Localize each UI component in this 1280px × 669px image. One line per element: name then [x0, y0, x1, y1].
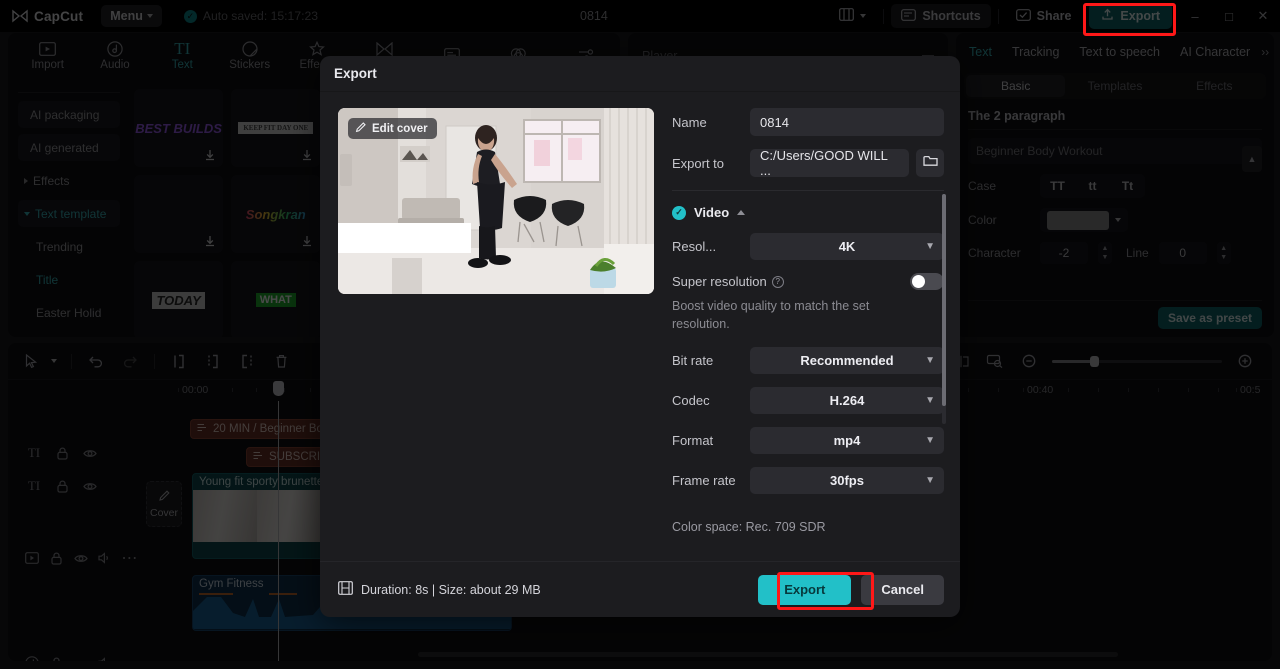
codec-label: Codec [672, 393, 710, 409]
browse-folder-button[interactable] [916, 149, 944, 177]
chevron-down-icon: ▼ [925, 355, 935, 367]
bit-rate-value: Recommended [800, 353, 894, 369]
settings-scrollbar[interactable] [942, 194, 946, 424]
super-resolution-toggle[interactable] [910, 273, 944, 290]
resolution-select[interactable]: 4K ▼ [750, 233, 944, 260]
export-to-row: Export to C:/Users/GOOD WILL ... [672, 148, 944, 178]
super-resolution-hint: Boost video quality to match the set res… [672, 299, 870, 332]
codec-value: H.264 [829, 393, 865, 409]
chevron-down-icon: ▼ [925, 241, 935, 252]
modal-export-button[interactable]: Export [758, 574, 852, 605]
edit-cover-button[interactable]: Edit cover [348, 118, 437, 139]
export-path-value: C:/Users/GOOD WILL ... [760, 148, 888, 178]
chevron-down-icon: ▼ [925, 475, 935, 487]
cover-thumbnail: Edit cover [338, 108, 654, 294]
footer-buttons: Export Cancel [758, 574, 944, 605]
format-value: mp4 [833, 433, 861, 449]
edit-cover-label: Edit cover [372, 122, 428, 135]
chevron-down-icon: ▼ [925, 435, 935, 447]
pencil-icon [355, 121, 367, 136]
film-icon [338, 581, 353, 598]
folder-icon [922, 154, 938, 172]
format-select[interactable]: mp4 ▼ [750, 427, 944, 455]
chevron-up-icon[interactable] [737, 210, 746, 215]
cover-preview-column: Edit cover [338, 108, 656, 561]
resolution-label: Resol... [672, 239, 717, 254]
scrollbar-thumb[interactable] [942, 194, 946, 406]
resolution-value: 4K [838, 239, 856, 254]
cover-white-band [338, 223, 471, 253]
capcut-window: CapCut Menu ✓ Auto saved: 15:17:23 0814 [0, 0, 1280, 669]
toggle-knob [912, 275, 925, 288]
name-label: Name [672, 114, 707, 130]
super-resolution-label-group: Super resolution ? [672, 274, 784, 289]
name-row: Name 0814 [672, 108, 944, 136]
duration-info: Duration: 8s | Size: about 29 MB [338, 581, 541, 598]
duration-text: Duration: 8s | Size: about 29 MB [361, 582, 541, 597]
super-resolution-row: Super resolution ? [672, 273, 944, 290]
cancel-button[interactable]: Cancel [861, 574, 944, 605]
name-value: 0814 [760, 114, 789, 130]
chevron-down-icon: ▼ [925, 395, 935, 407]
dialog-body: Edit cover Name 0814 Export to C:/Users/… [320, 92, 960, 561]
help-icon[interactable]: ? [771, 275, 784, 288]
frame-rate-select[interactable]: 30fps ▼ [750, 467, 944, 495]
name-input[interactable]: 0814 [750, 108, 944, 136]
bit-rate-row: Bit rate Recommended ▼ [672, 347, 944, 375]
frame-rate-value: 30fps [830, 473, 864, 489]
video-section-header[interactable]: ✓ Video [672, 205, 944, 220]
super-resolution-label: Super resolution [672, 274, 767, 289]
video-section-label: Video [694, 205, 730, 220]
format-label: Format [672, 433, 714, 449]
dialog-footer: Duration: 8s | Size: about 29 MB Export … [320, 561, 960, 617]
divider [672, 190, 944, 191]
video-checkbox[interactable]: ✓ [672, 205, 686, 220]
export-settings: Name 0814 Export to C:/Users/GOOD WILL .… [672, 108, 946, 561]
export-path-input[interactable]: C:/Users/GOOD WILL ... [750, 148, 909, 178]
frame-rate-row: Frame rate 30fps ▼ [672, 467, 944, 495]
color-space-text: Color space: Rec. 709 SDR [672, 520, 826, 535]
dialog-title: Export [320, 56, 960, 92]
bit-rate-label: Bit rate [672, 353, 714, 369]
export-to-label: Export to [672, 155, 725, 171]
bit-rate-select[interactable]: Recommended ▼ [750, 347, 944, 375]
export-dialog: Export Edit cover Name 0814 Export to C:… [320, 56, 960, 617]
codec-select[interactable]: H.264 ▼ [750, 387, 944, 415]
codec-row: Codec H.264 ▼ [672, 387, 944, 415]
frame-rate-label: Frame rate [672, 473, 736, 489]
format-row: Format mp4 ▼ [672, 427, 944, 455]
resolution-row: Resol... 4K ▼ [672, 233, 944, 260]
